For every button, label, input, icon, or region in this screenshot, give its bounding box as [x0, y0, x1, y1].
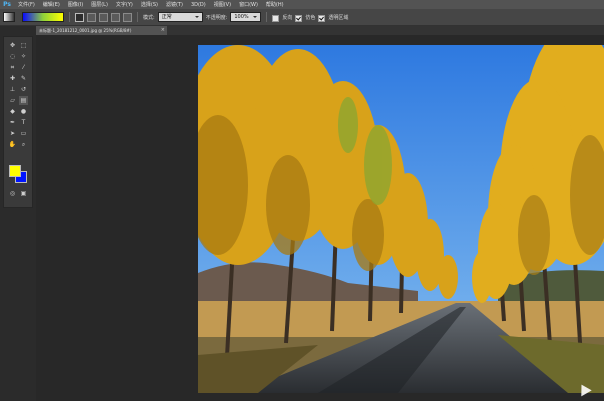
move-icon[interactable]: ✥: [8, 41, 17, 50]
type-icon[interactable]: T: [19, 118, 28, 127]
blur-icon[interactable]: ◆: [8, 107, 17, 116]
screen-mode-icon[interactable]: ▣: [19, 189, 28, 198]
eraser-icon[interactable]: ▱: [8, 96, 17, 105]
transparency-label: 透明区域: [328, 14, 349, 21]
heal-icon[interactable]: ✚: [8, 74, 17, 83]
dither-label: 仿色: [305, 14, 316, 21]
menu-3d[interactable]: 3D(D): [187, 2, 210, 8]
menu-image[interactable]: 图像(I): [64, 1, 87, 8]
mode-label: 模式:: [143, 14, 155, 21]
stamp-icon[interactable]: ⊥: [8, 85, 17, 94]
dodge-icon[interactable]: ●: [19, 107, 28, 116]
gradient-picker[interactable]: [22, 12, 64, 22]
radial-gradient-icon[interactable]: [87, 12, 96, 22]
history-brush-icon[interactable]: ↺: [19, 85, 28, 94]
shape-icon[interactable]: ▭: [19, 129, 28, 138]
foreground-color-swatch[interactable]: [9, 165, 21, 177]
divider: [137, 12, 138, 22]
menu-filter[interactable]: 滤镜(T): [162, 1, 187, 8]
menu-window[interactable]: 窗口(W): [235, 1, 262, 8]
magic-wand-icon[interactable]: ✧: [19, 52, 28, 61]
linear-gradient-icon[interactable]: [75, 12, 84, 22]
document-canvas-image[interactable]: [198, 45, 604, 393]
pen-icon[interactable]: ✒: [8, 118, 17, 127]
marquee-icon[interactable]: ⬚: [19, 41, 28, 50]
close-icon[interactable]: ×: [161, 26, 165, 35]
document-tab-title: 未标题-1_20181212_0001.jpg @ 25%(RGB/8#): [39, 28, 132, 33]
gradient-icon[interactable]: ▤: [19, 96, 28, 105]
options-bar: 模式: 正常 不透明度: 100% 反向 仿色 透明区域: [0, 9, 604, 26]
zoom-icon[interactable]: ⌕: [19, 140, 28, 149]
photoshop-logo: Ps: [3, 1, 11, 8]
angle-gradient-icon[interactable]: [99, 12, 108, 22]
tools-panel: ✥ ⬚ ◌ ✧ ⌗ ⁄ ✚ ✎ ⊥ ↺ ▱ ▤ ◆ ● ✒ T ➤ ▭ ✋ ⌕ …: [3, 36, 33, 208]
crop-icon[interactable]: ⌗: [8, 63, 17, 72]
divider: [266, 12, 268, 22]
reverse-checkbox[interactable]: [272, 14, 280, 22]
document-tab-bar: 未标题-1_20181212_0001.jpg @ 25%(RGB/8#) ×: [36, 26, 604, 35]
eyedropper-icon[interactable]: ⁄: [19, 63, 28, 72]
transparency-checkbox[interactable]: [318, 14, 326, 22]
hand-icon[interactable]: ✋: [8, 140, 17, 149]
menu-bar: Ps 文件(F) 编辑(E) 图像(I) 图层(L) 文字(Y) 选择(S) 滤…: [0, 0, 604, 9]
brush-icon[interactable]: ✎: [19, 74, 28, 83]
opacity-label: 不透明度:: [205, 14, 228, 21]
dither-checkbox[interactable]: [295, 14, 303, 22]
photo-autumn-road: [198, 45, 604, 393]
lasso-icon[interactable]: ◌: [8, 52, 17, 61]
diamond-gradient-icon[interactable]: [123, 12, 132, 22]
reverse-label: 反向: [282, 14, 293, 21]
menu-file[interactable]: 文件(F): [14, 1, 39, 8]
gradient-tool-icon[interactable]: [3, 12, 15, 22]
opacity-input[interactable]: 100%: [230, 12, 262, 22]
menu-help[interactable]: 帮助(H): [262, 1, 288, 8]
menu-view[interactable]: 视图(V): [210, 1, 235, 8]
reflected-gradient-icon[interactable]: [111, 12, 120, 22]
document-tab[interactable]: 未标题-1_20181212_0001.jpg @ 25%(RGB/8#) ×: [36, 26, 167, 35]
path-select-icon[interactable]: ➤: [8, 129, 17, 138]
menu-type[interactable]: 文字(Y): [112, 1, 137, 8]
quick-mask-icon[interactable]: ◎: [8, 189, 17, 198]
menu-layer[interactable]: 图层(L): [87, 1, 112, 8]
menu-edit[interactable]: 编辑(E): [39, 1, 64, 8]
menu-select[interactable]: 选择(S): [137, 1, 162, 8]
mode-select[interactable]: 正常: [157, 12, 203, 22]
divider: [69, 12, 70, 22]
